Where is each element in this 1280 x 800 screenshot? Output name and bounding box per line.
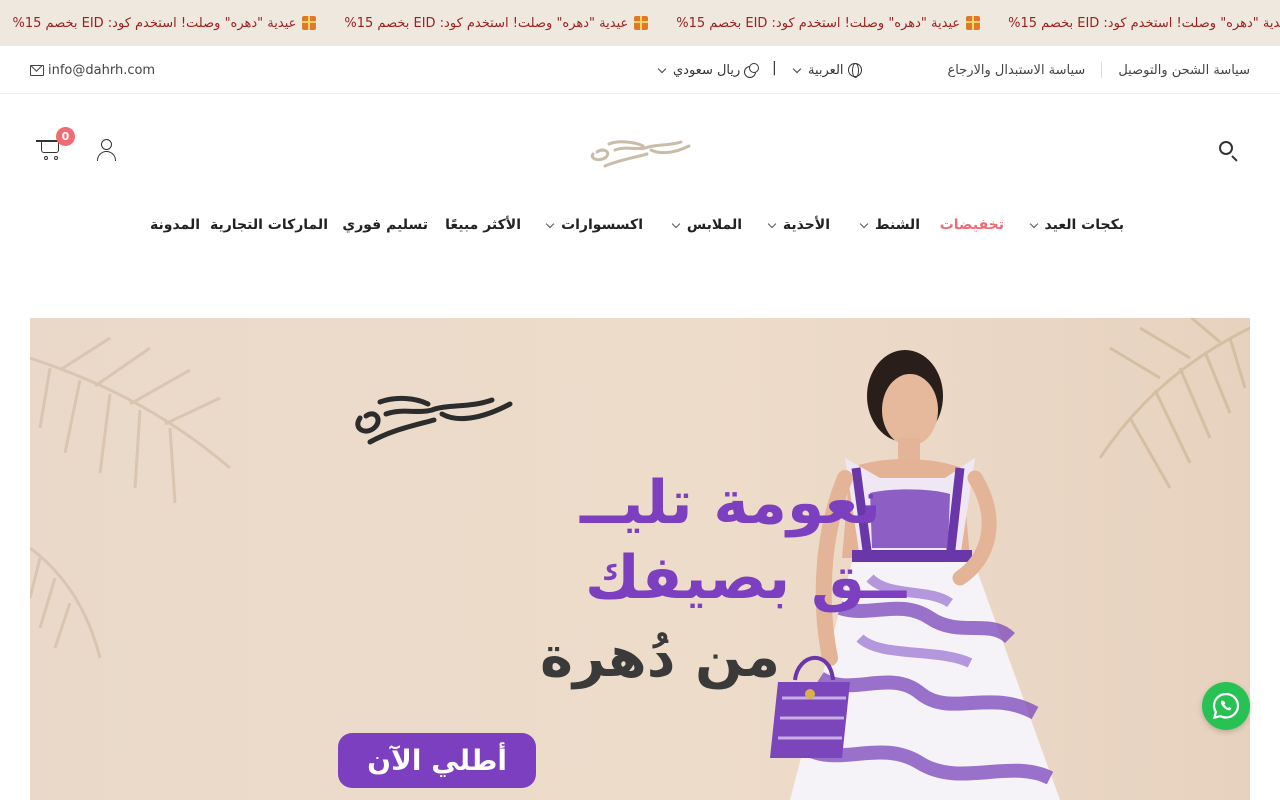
cart-count-badge: 0 xyxy=(56,127,75,146)
main-nav: بكجات العيد تخفيضات الشنط الأحذية الملاب… xyxy=(0,205,1280,250)
nav-item-label: تسليم فوري xyxy=(342,217,428,233)
nav-item-label: المدونة xyxy=(150,217,200,233)
gift-icon xyxy=(302,16,317,30)
cart-button[interactable]: 0 xyxy=(36,127,78,165)
announcement-item: عيدية "دهره" وصلت! استخدم كود: EID بخصم … xyxy=(1008,16,1280,31)
whatsapp-button[interactable] xyxy=(1202,682,1250,730)
nav-item-clothes[interactable]: الملابس xyxy=(671,217,742,233)
gift-icon xyxy=(634,16,649,30)
nav-item-label: اكسسوارات xyxy=(561,217,643,233)
utility-bar: سياسة الشحن والتوصيل سياسة الاستبدال وال… xyxy=(0,46,1280,94)
divider: | xyxy=(772,60,777,76)
hero-illustration: نعومة تليــ ــق بصيفك من دُهرة xyxy=(30,318,1250,800)
cart-icon xyxy=(36,140,60,153)
hero-logo-icon xyxy=(355,395,513,445)
language-selector[interactable]: العربية xyxy=(790,46,862,94)
chevron-down-icon xyxy=(767,219,777,229)
nav-item-label: الماركات التجارية xyxy=(209,217,328,233)
chevron-down-icon xyxy=(671,219,681,229)
announcement-text: عيدية "دهره" وصلت! استخدم كود: EID بخصم … xyxy=(1008,15,1280,31)
nav-item-eid-packages[interactable]: بكجات العيد xyxy=(1029,217,1124,233)
user-icon xyxy=(101,139,112,150)
chevron-down-icon xyxy=(657,64,667,73)
nav-item-label: تخفيضات xyxy=(939,217,1004,233)
search-icon xyxy=(1219,141,1233,155)
email-link[interactable]: info@dahrh.com xyxy=(30,46,155,94)
nav-item-label: بكجات العيد xyxy=(1044,217,1124,233)
account-button[interactable] xyxy=(96,138,118,162)
announcement-text: عيدية "دهره" وصلت! استخدم كود: EID بخصم … xyxy=(12,15,297,31)
nav-item-label: الأكثر مبيعًا xyxy=(445,217,521,233)
nav-item-label: الشنط xyxy=(874,217,920,233)
nav-item-brands[interactable]: الماركات التجارية xyxy=(210,217,328,233)
hero-headline-line2: ــق بصيفك xyxy=(585,543,908,613)
logo-image xyxy=(590,140,691,168)
divider xyxy=(1101,62,1103,78)
nav-item-instant-delivery[interactable]: تسليم فوري xyxy=(342,217,428,233)
currency-selector[interactable]: ريال سعودي xyxy=(655,46,760,94)
currency-label: ريال سعودي xyxy=(673,62,741,78)
announcement-text: عيدية "دهره" وصلت! استخدم كود: EID بخصم … xyxy=(344,15,629,31)
nav-item-bags[interactable]: الشنط xyxy=(859,217,920,233)
whatsapp-icon xyxy=(1212,692,1240,720)
language-label: العربية xyxy=(808,62,844,78)
gift-icon xyxy=(966,16,981,30)
globe-icon xyxy=(847,63,862,78)
palm-leaf-right xyxy=(1098,318,1250,489)
email-text: info@dahrh.com xyxy=(48,62,156,78)
palm-leaf-left xyxy=(30,336,231,659)
announcement-bar: عيدية "دهره" وصلت! استخدم كود: EID بخصم … xyxy=(0,0,1280,46)
logo[interactable] xyxy=(585,130,697,172)
nav-item-shoes[interactable]: الأحذية xyxy=(767,217,830,233)
announcement-item: عيدية "دهره" وصلت! استخدم كود: EID بخصم … xyxy=(13,16,317,31)
coins-icon xyxy=(744,63,760,78)
user-icon-body xyxy=(97,151,116,161)
nav-item-accessories[interactable]: اكسسوارات xyxy=(545,217,643,233)
nav-item-label: الأحذية xyxy=(782,217,830,233)
cart-wheel xyxy=(44,156,48,160)
cart-wheel xyxy=(54,156,58,160)
shop-now-button[interactable]: أطلي الآن xyxy=(338,733,536,788)
chevron-down-icon xyxy=(859,219,869,229)
search-icon-handle xyxy=(1231,155,1238,162)
chevron-down-icon xyxy=(792,64,802,73)
nav-item-best-sellers[interactable]: الأكثر مبيعًا xyxy=(445,217,521,233)
return-policy-link[interactable]: سياسة الاستبدال والارجاع xyxy=(931,63,1101,78)
mail-icon xyxy=(30,64,44,76)
chevron-down-icon xyxy=(545,219,555,229)
site-header: 0 xyxy=(0,95,1280,205)
nav-item-blog[interactable]: المدونة xyxy=(150,217,200,233)
chevron-down-icon xyxy=(1029,219,1038,229)
search-button[interactable] xyxy=(1218,140,1240,162)
nav-item-label: الملابس xyxy=(686,217,742,233)
hero-headline-line3: من دُهرة xyxy=(540,625,780,690)
hero-banner[interactable]: نعومة تليــ ــق بصيفك من دُهرة أطلي الآن xyxy=(30,318,1250,800)
nav-item-sale[interactable]: تخفيضات xyxy=(940,217,1004,233)
shipping-policy-link[interactable]: سياسة الشحن والتوصيل xyxy=(1102,63,1250,78)
announcement-item: عيدية "دهره" وصلت! استخدم كود: EID بخصم … xyxy=(344,15,649,31)
announcement-text: عيدية "دهره" وصلت! استخدم كود: EID بخصم … xyxy=(676,15,961,31)
policy-links: سياسة الشحن والتوصيل سياسة الاستبدال وال… xyxy=(931,46,1250,94)
announcement-track: عيدية "دهره" وصلت! استخدم كود: EID بخصم … xyxy=(0,0,1280,46)
announcement-item: عيدية "دهره" وصلت! استخدم كود: EID بخصم … xyxy=(676,15,981,31)
hero-headline-line1: نعومة تليــ xyxy=(579,468,881,538)
